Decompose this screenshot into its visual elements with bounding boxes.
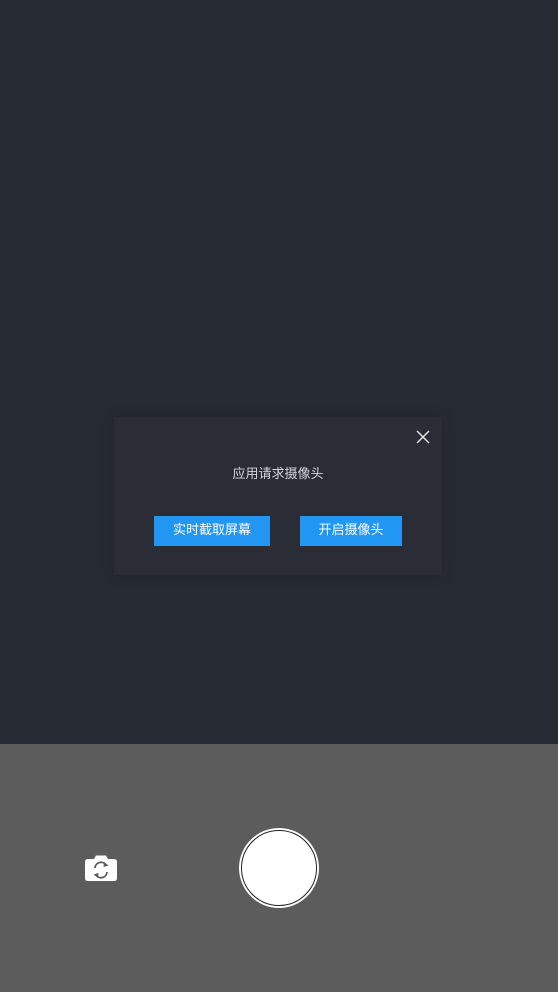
switch-camera-icon[interactable] xyxy=(84,854,118,882)
dialog-message: 应用请求摄像头 xyxy=(232,467,324,482)
camera-viewfinder: 应用请求摄像头 实时截取屏幕 开启摄像头 xyxy=(0,0,558,744)
shutter-button[interactable] xyxy=(239,828,319,908)
shutter-ring xyxy=(241,830,317,906)
screen-capture-button[interactable]: 实时截取屏幕 xyxy=(154,516,270,546)
open-camera-button[interactable]: 开启摄像头 xyxy=(300,516,402,546)
camera-permission-dialog: 应用请求摄像头 实时截取屏幕 开启摄像头 xyxy=(114,417,442,575)
camera-controls-bar xyxy=(0,744,558,992)
close-icon[interactable] xyxy=(414,428,432,446)
